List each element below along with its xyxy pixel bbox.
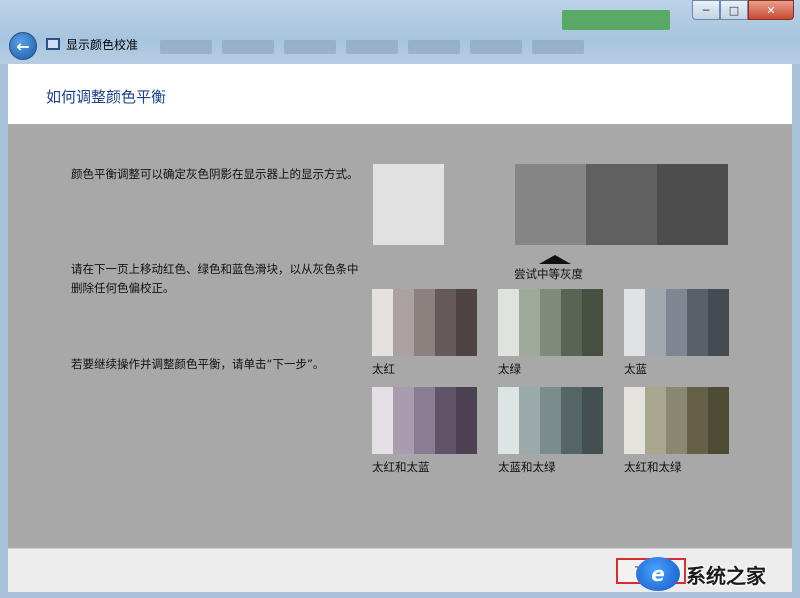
swatch-too-green: 太绿 (498, 289, 603, 377)
swatch-label: 太绿 (498, 362, 521, 376)
swatch-step (456, 289, 477, 356)
swatch-label: 太红 (372, 362, 395, 376)
swatch-strip (624, 387, 729, 454)
mid-gray-label: 尝试中等灰度 (514, 267, 583, 281)
background-green-button (562, 10, 670, 30)
swatch-too-blue-green: 太蓝和太绿 (498, 387, 603, 475)
back-button[interactable]: ← (9, 32, 37, 60)
swatch-label: 太红和太蓝 (372, 460, 430, 474)
bookmark (222, 40, 274, 54)
gray-step (444, 164, 515, 245)
swatch-step (624, 289, 645, 356)
gray-step (657, 164, 728, 245)
bookmark (284, 40, 336, 54)
bookmark (532, 40, 584, 54)
swatch-step (666, 387, 687, 454)
swatch-label: 太蓝和太绿 (498, 460, 556, 474)
swatch-step (582, 387, 603, 454)
swatch-step (456, 387, 477, 454)
window-controls: ─ □ ✕ (692, 0, 794, 20)
bookmark (408, 40, 460, 54)
back-arrow-icon: ← (16, 36, 30, 56)
swatch-step (498, 289, 519, 356)
swatch-step (435, 387, 456, 454)
swatch-step (540, 387, 561, 454)
up-arrow-icon (539, 255, 571, 264)
minimize-button[interactable]: ─ (692, 0, 720, 20)
swatch-step (582, 289, 603, 356)
swatch-step (561, 289, 582, 356)
gray-step (586, 164, 657, 245)
swatch-step (498, 387, 519, 454)
swatch-label: 太蓝 (624, 362, 647, 376)
background-bookmarks (160, 40, 584, 54)
swatch-step (519, 289, 540, 356)
page-header: 如何调整颜色平衡 (8, 64, 792, 124)
instruction-text-2: 请在下一页上移动红色、绿色和蓝色滑块，以从灰色条中删除任何色偏校正。 (71, 262, 359, 295)
watermark-text: 系统之家 (686, 563, 766, 588)
monitor-icon (46, 38, 60, 50)
watermark: e 系统之家 (636, 553, 798, 595)
swatch-strip (372, 289, 477, 356)
swatch-step (540, 289, 561, 356)
swatch-too-red-blue: 太红和太蓝 (372, 387, 477, 475)
instruction-text-3: 若要继续操作并调整颜色平衡，请单击“下一步”。 (71, 357, 325, 371)
swatch-step (414, 289, 435, 356)
swatch-step (666, 289, 687, 356)
swatch-strip (624, 289, 729, 356)
swatch-step (519, 387, 540, 454)
bookmark (470, 40, 522, 54)
close-icon: ✕ (766, 3, 776, 17)
main-content: 颜色平衡调整可以确定灰色阴影在显示器上的显示方式。 请在下一页上移动红色、绿色和… (8, 124, 792, 548)
background-address-bar (0, 8, 560, 26)
swatch-too-red-green: 太红和太绿 (624, 387, 729, 475)
swatch-too-red: 太红 (372, 289, 477, 377)
gray-step (515, 164, 586, 245)
mid-gray-swatch (373, 164, 728, 245)
gray-step (373, 164, 444, 245)
swatch-label: 太红和太绿 (624, 460, 682, 474)
swatch-step (687, 289, 708, 356)
swatch-step (645, 289, 666, 356)
swatch-step (708, 387, 729, 454)
maximize-icon: □ (728, 3, 740, 17)
swatch-too-blue: 太蓝 (624, 289, 729, 377)
swatch-step (393, 387, 414, 454)
bookmark (346, 40, 398, 54)
title-bar: ─ □ ✕ ← 显示颜色校准 (0, 0, 800, 64)
swatch-step (645, 387, 666, 454)
swatch-step (393, 289, 414, 356)
swatch-step (435, 289, 456, 356)
swatch-step (624, 387, 645, 454)
swatch-step (372, 289, 393, 356)
window-title: 显示颜色校准 (66, 38, 139, 52)
maximize-button[interactable]: □ (720, 0, 748, 20)
swatch-strip (498, 387, 603, 454)
bookmark (160, 40, 212, 54)
page-title: 如何调整颜色平衡 (46, 88, 167, 106)
swatch-step (561, 387, 582, 454)
swatch-step (708, 289, 729, 356)
instruction-text-1: 颜色平衡调整可以确定灰色阴影在显示器上的显示方式。 (71, 167, 359, 181)
close-button[interactable]: ✕ (748, 0, 794, 20)
minimize-icon: ─ (702, 3, 710, 17)
swatch-step (372, 387, 393, 454)
swatch-strip (372, 387, 477, 454)
swatch-strip (498, 289, 603, 356)
swatch-step (687, 387, 708, 454)
swatch-step (414, 387, 435, 454)
watermark-logo-icon: e (636, 557, 680, 591)
